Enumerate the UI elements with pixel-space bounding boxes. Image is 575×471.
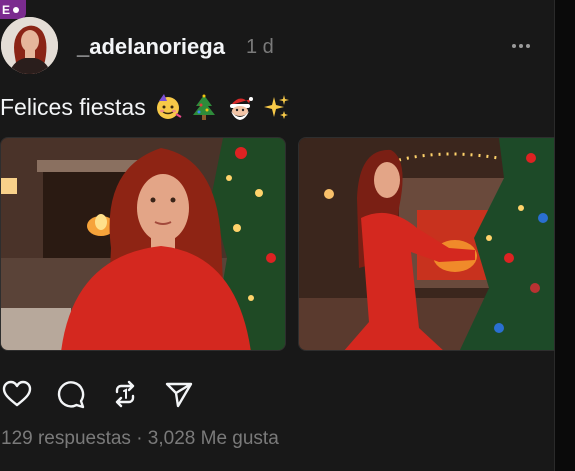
more-dot	[512, 44, 516, 48]
right-gutter	[556, 0, 575, 471]
santa-emoji	[229, 97, 253, 120]
sparkles-emoji	[263, 95, 289, 119]
post-stats[interactable]: 129 respuestas · 3,028 Me gusta	[1, 428, 279, 450]
christmas-photo-1	[1, 138, 285, 350]
send-icon	[165, 382, 193, 408]
more-dot	[519, 44, 523, 48]
avatar-image	[1, 17, 58, 74]
live-badge: E	[0, 0, 26, 19]
repost-icon	[115, 380, 135, 408]
comment-icon	[57, 381, 85, 409]
more-dot	[526, 44, 530, 48]
post-time: 1 d	[246, 36, 274, 58]
post-image-2[interactable]	[298, 137, 555, 351]
christmas-tree-emoji	[192, 94, 215, 120]
christmas-photo-2	[299, 138, 554, 350]
reply-button[interactable]	[54, 377, 88, 411]
more-options-button[interactable]	[506, 36, 536, 56]
party-face-emoji	[156, 94, 182, 119]
repost-button[interactable]	[108, 377, 142, 411]
badge-dot	[13, 6, 20, 13]
share-button[interactable]	[162, 377, 196, 411]
avatar[interactable]	[1, 17, 58, 74]
post-caption: Felices fiestas	[0, 93, 290, 121]
username[interactable]: _adelanoriega	[77, 34, 225, 60]
heart-icon	[2, 380, 32, 407]
post-card: E _adelanoriega 1 d Felices fiestas 129 …	[0, 0, 555, 471]
post-image-1[interactable]	[0, 137, 286, 351]
caption-text: Felices fiestas	[0, 93, 146, 120]
post-actions	[0, 376, 196, 412]
badge-label: E	[2, 2, 11, 17]
like-button[interactable]	[0, 377, 34, 411]
